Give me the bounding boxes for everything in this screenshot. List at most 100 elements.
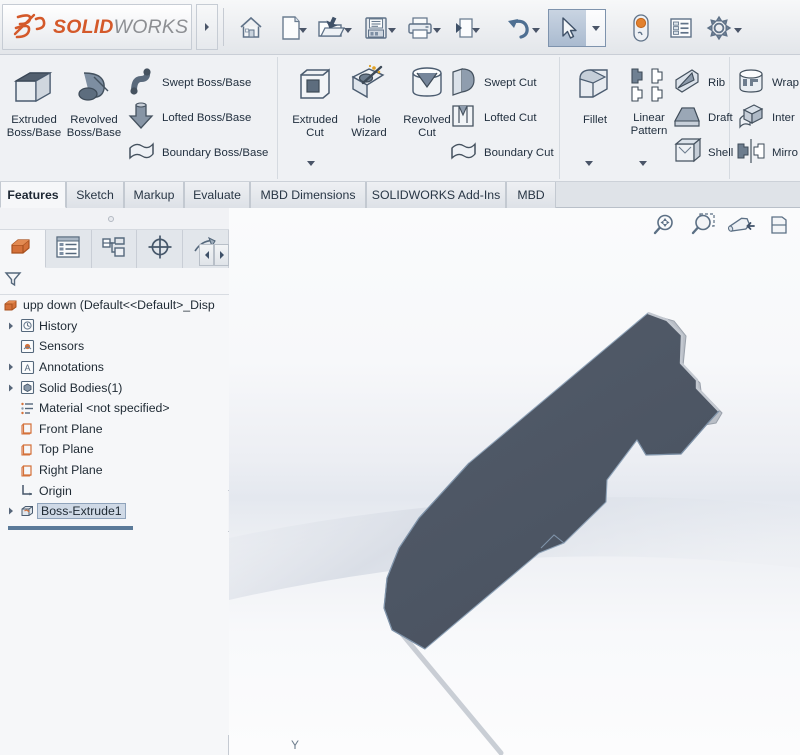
lofted-boss-base-button[interactable]: Lofted Boss/Base (126, 101, 251, 135)
rib-button[interactable]: Rib (672, 66, 725, 100)
tab-sketch[interactable]: Sketch (66, 182, 124, 208)
ribbon-group-cut: Extruded Cut Hole Wizard Revolved Cut Sw… (278, 57, 560, 179)
previous-view-button[interactable] (722, 208, 760, 246)
revolved-boss-base-button[interactable]: Revolved Boss/Base (63, 63, 125, 140)
swept-boss-icon (126, 66, 156, 101)
undo-dropdown[interactable] (530, 24, 542, 36)
extrude-boss-icon (10, 71, 58, 111)
tree-item-annotations[interactable]: A Annotations (0, 357, 229, 378)
tab-markup[interactable]: Markup (124, 182, 184, 208)
boundary-cut-button[interactable]: Boundary Cut (448, 136, 554, 170)
zoom-to-fit-button[interactable] (646, 208, 684, 246)
section-view-button[interactable] (760, 208, 798, 246)
label: Inter (772, 112, 795, 124)
label: Fillet (582, 114, 608, 126)
tree-item-solid-bodies[interactable]: Solid Bodies(1) (0, 377, 229, 398)
label: Wrap (772, 77, 800, 89)
extruded-boss-base-button[interactable]: Extruded Boss/Base (3, 63, 65, 140)
label: History (39, 318, 78, 333)
section-view-icon (769, 213, 789, 242)
swept-cut-button[interactable]: Swept Cut (448, 66, 537, 100)
menu-expand-button[interactable] (196, 4, 218, 50)
expander-icon[interactable] (4, 507, 18, 515)
feature-manager-tab[interactable] (0, 230, 46, 268)
tab-features[interactable]: Features (0, 182, 66, 208)
plane-icon (18, 463, 36, 478)
mirror-button[interactable]: Mirro (736, 136, 798, 170)
open-folder-dropdown[interactable] (342, 24, 354, 36)
expander-icon[interactable] (4, 384, 18, 392)
options-dropdown[interactable] (732, 24, 744, 36)
home-icon[interactable] (232, 9, 270, 47)
zoom-to-area-button[interactable] (684, 208, 722, 246)
chevron-right-icon[interactable] (214, 244, 229, 266)
linear-pattern-dropdown[interactable] (636, 157, 650, 169)
heads-up-view-toolbar (646, 208, 800, 246)
expander-icon[interactable] (4, 322, 18, 330)
ribbon-group-feature: Fillet Linear Pattern Rib Draft Shell (560, 57, 733, 179)
tab-mbd[interactable]: MBD (506, 182, 556, 208)
extruded-part-body[interactable] (229, 208, 800, 755)
tree-item-boss-extrude1[interactable]: Boss-Extrude1 (0, 501, 229, 522)
selection-indicator-bar (8, 526, 133, 530)
tab-mbd-dimensions[interactable]: MBD Dimensions (250, 182, 366, 208)
tree-item-part-root[interactable]: upp down (Default<<Default>_Disp (0, 295, 229, 316)
axis-label-y: Y (291, 738, 300, 752)
fillet-button[interactable]: Fillet (564, 65, 626, 127)
solid-bodies-icon (18, 380, 36, 395)
graphics-viewport[interactable]: Y (229, 208, 800, 755)
property-manager-tab[interactable] (45, 230, 92, 268)
tree-item-sensors[interactable]: Sensors (0, 336, 229, 357)
solidworks-logo[interactable]: SOLIDWORKS (2, 4, 192, 50)
previous-view-icon (727, 213, 755, 242)
lofted-cut-button[interactable]: Lofted Cut (448, 101, 537, 135)
tree-item-right-plane[interactable]: Right Plane (0, 460, 229, 481)
hole-wizard-button[interactable]: Hole Wizard (338, 63, 400, 140)
swept-boss-base-button[interactable]: Swept Boss/Base (126, 66, 251, 100)
shell-button[interactable]: Shell (672, 136, 733, 170)
tree-item-history[interactable]: History (0, 316, 229, 337)
label: Sensors (39, 339, 85, 354)
annotations-icon: A (18, 360, 36, 375)
rebuild-icon[interactable] (622, 9, 660, 47)
draft-button[interactable]: Draft (672, 101, 733, 135)
feature-tree-filter-row[interactable] (0, 268, 229, 295)
boundary-boss-base-button[interactable]: Boundary Boss/Base (126, 136, 268, 170)
select-cursor-icon[interactable] (548, 9, 586, 47)
print-dropdown[interactable] (431, 24, 443, 36)
intersect-button[interactable]: Inter (736, 101, 795, 135)
save-dropdown[interactable] (386, 24, 398, 36)
label: Extruded Cut (292, 114, 338, 139)
brand-light: WORKS (113, 15, 189, 38)
print-preview-dropdown[interactable] (470, 24, 482, 36)
history-icon (18, 318, 36, 333)
plane-icon (18, 421, 36, 436)
plane-icon (18, 442, 36, 457)
chevron-left-icon[interactable] (199, 244, 214, 266)
expander-icon[interactable] (4, 363, 18, 371)
dimxpert-manager-tab[interactable] (137, 230, 184, 268)
file-properties-icon[interactable] (662, 9, 700, 47)
label: Mirro (772, 147, 798, 159)
tree-item-origin[interactable]: Origin (0, 480, 229, 501)
wrap-button[interactable]: Wrap (736, 66, 799, 100)
new-document-dropdown[interactable] (297, 24, 309, 36)
tree-item-material[interactable]: Material <not specified> (0, 398, 229, 419)
command-manager-tabs: Features Sketch Markup Evaluate MBD Dime… (0, 182, 800, 208)
fillet-dropdown[interactable] (582, 157, 596, 169)
select-dropdown[interactable] (586, 9, 606, 47)
svg-text:A: A (24, 363, 30, 373)
label: Annotations (39, 360, 104, 375)
tree-item-top-plane[interactable]: Top Plane (0, 439, 229, 460)
linear-pattern-button[interactable]: Linear Pattern (618, 65, 680, 138)
tab-evaluate[interactable]: Evaluate (184, 182, 250, 208)
label: Solid Bodies(1) (39, 380, 123, 395)
label: Draft (708, 112, 733, 124)
extruded-cut-button[interactable]: Extruded Cut (284, 63, 346, 140)
panel-drag-handle[interactable] (0, 208, 229, 230)
extruded-cut-dropdown[interactable] (304, 157, 318, 169)
configuration-manager-tab[interactable] (91, 230, 138, 268)
rib-icon (672, 66, 702, 101)
tab-solidworks-add-ins[interactable]: SOLIDWORKS Add-Ins (366, 182, 506, 208)
tree-item-front-plane[interactable]: Front Plane (0, 419, 229, 440)
